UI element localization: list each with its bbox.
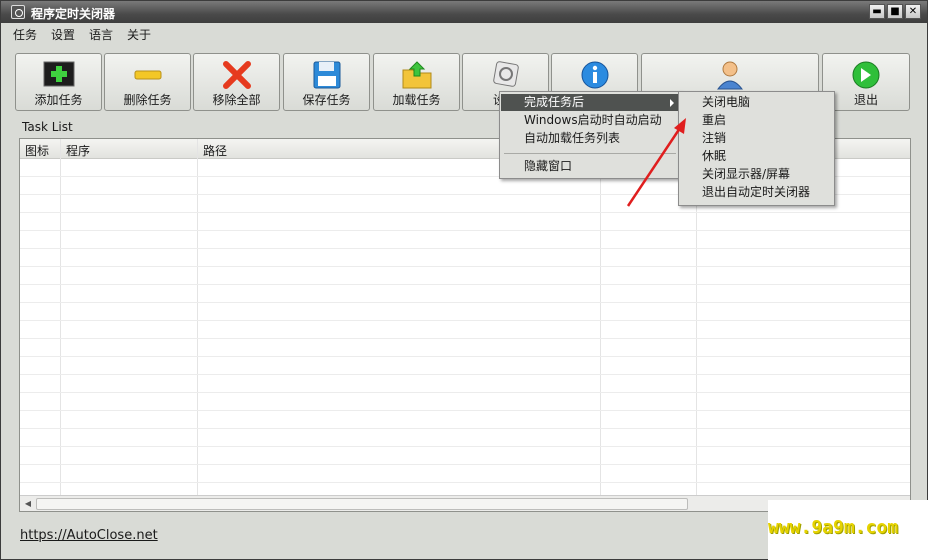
submenu-exit-app[interactable]: 退出自动定时关闭器 (702, 183, 810, 201)
load-task-button[interactable]: 加载任务 (373, 53, 460, 111)
after-task-submenu: 关闭电脑 重启 注销 休眠 关闭显示器/屏幕 退出自动定时关闭器 (678, 91, 835, 206)
table-row[interactable] (20, 284, 910, 303)
task-list-label: Task List (22, 120, 73, 134)
minimize-button[interactable]: ▬ (869, 4, 885, 19)
table-row[interactable] (20, 248, 910, 267)
watermark-text: www.9a9m.com (768, 517, 899, 538)
menu-language[interactable]: 语言 (89, 26, 113, 43)
remove-all-label: 移除全部 (212, 93, 261, 107)
maximize-button[interactable]: ■ (887, 4, 903, 19)
table-row[interactable] (20, 428, 910, 447)
table-row[interactable] (20, 446, 910, 465)
exit-label: 退出 (853, 93, 878, 107)
folder-load-icon (402, 61, 431, 89)
menu-task[interactable]: 任务 (13, 26, 37, 43)
submenu-logoff[interactable]: 注销 (702, 129, 726, 147)
watermark: www.9a9m.com (768, 500, 928, 560)
scroll-left-icon[interactable]: ◀ (22, 498, 34, 509)
exit-arrow-icon (852, 61, 880, 89)
exit-button[interactable]: 退出 (822, 53, 910, 111)
title-bar[interactable]: 程序定时关闭器 ▬ ■ ✕ (1, 1, 927, 23)
table-row[interactable] (20, 302, 910, 321)
menu-settings[interactable]: 设置 (51, 26, 75, 43)
remove-all-icon (222, 61, 251, 89)
delete-task-label: 删除任务 (123, 93, 172, 107)
submenu-restart[interactable]: 重启 (702, 111, 726, 129)
table-row[interactable] (20, 266, 910, 285)
table-row[interactable] (20, 392, 910, 411)
table-row[interactable] (20, 374, 910, 393)
scroll-thumb[interactable] (36, 498, 688, 510)
table-row[interactable] (20, 410, 910, 429)
menu-about[interactable]: 关于 (127, 26, 151, 43)
close-button[interactable]: ✕ (905, 4, 921, 19)
remove-all-button[interactable]: 移除全部 (193, 53, 280, 111)
table-row[interactable] (20, 212, 910, 231)
menu-item-after-task-label: 完成任务后 (524, 95, 585, 109)
red-arrow-annotation (626, 118, 686, 207)
add-task-button[interactable]: 添加任务 (15, 53, 102, 111)
submenu-shutdown[interactable]: 关闭电脑 (702, 93, 750, 111)
table-row[interactable] (20, 464, 910, 483)
website-link[interactable]: https://AutoClose.net (20, 528, 158, 543)
save-task-label: 保存任务 (302, 93, 351, 107)
save-task-button[interactable]: 保存任务 (283, 53, 370, 111)
submenu-arrow-icon (670, 99, 674, 107)
table-row[interactable] (20, 320, 910, 339)
add-task-label: 添加任务 (34, 93, 83, 107)
column-path[interactable]: 路径 (203, 142, 227, 159)
menu-item-after-task[interactable]: 完成任务后 (501, 94, 679, 111)
delete-task-button[interactable]: 删除任务 (104, 53, 191, 111)
column-icon[interactable]: 图标 (25, 142, 49, 159)
user-icon (716, 61, 744, 90)
settings-icon (492, 61, 519, 87)
table-row[interactable] (20, 230, 910, 249)
app-icon (11, 5, 25, 19)
add-task-icon (43, 61, 74, 87)
window-title: 程序定时关闭器 (31, 7, 116, 21)
load-task-label: 加载任务 (392, 93, 441, 107)
menu-bar: 任务 设置 语言 关于 (1, 23, 927, 43)
app-window: 程序定时关闭器 ▬ ■ ✕ 任务 设置 语言 关于 添加任务 删除任务 移除全部… (0, 0, 928, 560)
submenu-monitor-off[interactable]: 关闭显示器/屏幕 (702, 165, 790, 183)
column-program[interactable]: 程序 (66, 142, 90, 159)
floppy-disk-icon (313, 61, 340, 89)
table-row[interactable] (20, 338, 910, 357)
delete-task-icon (134, 70, 161, 80)
submenu-hibernate[interactable]: 休眠 (702, 147, 726, 165)
info-icon (581, 61, 608, 89)
table-row[interactable] (20, 356, 910, 375)
